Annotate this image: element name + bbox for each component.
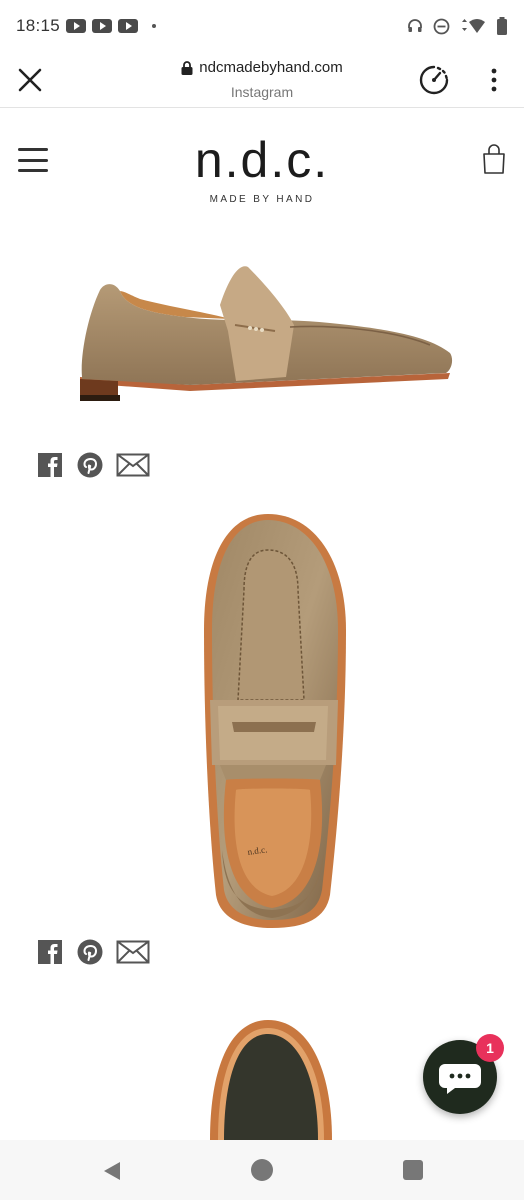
- headset-icon: [408, 19, 422, 32]
- site-header: n.d.c. MADE BY HAND: [0, 110, 524, 220]
- facebook-icon[interactable]: [36, 938, 64, 966]
- email-icon[interactable]: [116, 940, 150, 964]
- share-row: [36, 938, 150, 966]
- url-text: ndcmadebyhand.com: [199, 59, 343, 76]
- chat-unread-badge: 1: [476, 1034, 504, 1062]
- notification-dot-icon: [152, 24, 157, 28]
- do-not-disturb-icon: [433, 18, 450, 34]
- wifi-icon: [462, 19, 485, 33]
- product-image-sole[interactable]: [206, 1018, 336, 1140]
- lock-icon: [181, 60, 193, 75]
- home-icon[interactable]: [251, 1159, 273, 1181]
- speed-gauge-icon[interactable]: [418, 64, 450, 96]
- browser-toolbar: ndcmadebyhand.com Instagram: [0, 52, 524, 108]
- shopping-bag-icon[interactable]: [482, 144, 506, 174]
- share-row: [36, 451, 150, 479]
- product-image-top[interactable]: n.d.c.: [196, 510, 350, 930]
- brand-logo[interactable]: n.d.c. MADE BY HAND: [0, 132, 524, 205]
- youtube-icon: [66, 19, 87, 33]
- facebook-icon[interactable]: [36, 451, 64, 479]
- back-icon[interactable]: [100, 1160, 122, 1182]
- email-icon[interactable]: [116, 453, 150, 477]
- status-time: 18:15: [16, 16, 61, 35]
- logo-text: n.d.c.: [194, 132, 330, 188]
- pinterest-icon[interactable]: [76, 451, 104, 479]
- logo-tagline: MADE BY HAND: [209, 194, 315, 205]
- battery-icon: [497, 17, 507, 35]
- youtube-icon: [92, 19, 113, 33]
- product-image-side[interactable]: [70, 255, 460, 410]
- status-bar: 18:15: [0, 0, 524, 52]
- recent-apps-icon[interactable]: [403, 1160, 423, 1180]
- youtube-icon: [118, 19, 139, 33]
- system-nav-bar: [0, 1140, 524, 1200]
- more-options-icon[interactable]: [484, 66, 504, 94]
- pinterest-icon[interactable]: [76, 938, 104, 966]
